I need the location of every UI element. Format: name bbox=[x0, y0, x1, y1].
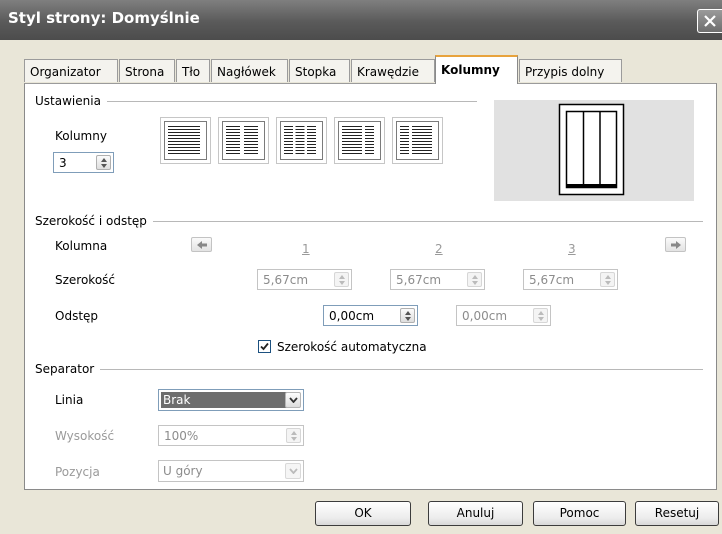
columns-count-spinner[interactable]: 3 bbox=[53, 152, 114, 173]
spin-arrows-icon bbox=[339, 275, 345, 285]
tab-page[interactable]: Strona bbox=[119, 59, 175, 82]
column-next-button[interactable] bbox=[665, 237, 686, 252]
tab-footer[interactable]: Stopka bbox=[289, 59, 350, 82]
width-label: Szerokość bbox=[55, 273, 116, 287]
position-label: Pozycja bbox=[55, 465, 100, 479]
spin-button[interactable] bbox=[467, 272, 482, 287]
height-label: Wysokość bbox=[55, 429, 115, 443]
separator-height-value: 100% bbox=[164, 429, 199, 443]
column-1-width-value: 5,67cm bbox=[263, 273, 309, 287]
separator-height-field[interactable]: 100% bbox=[158, 425, 304, 446]
tab-borders[interactable]: Krawędzie bbox=[351, 59, 435, 82]
spacing-1-value: 0,00cm bbox=[329, 309, 375, 323]
arrow-left-icon bbox=[197, 241, 207, 249]
line-style-select[interactable]: Brak bbox=[158, 389, 304, 411]
tab-organizer[interactable]: Organizator bbox=[24, 59, 118, 82]
spin-button[interactable] bbox=[96, 155, 111, 170]
line-style-value: Brak bbox=[161, 392, 297, 408]
spin-arrows-icon bbox=[472, 275, 478, 285]
chevron-down-icon bbox=[289, 468, 298, 474]
preset-right-wide-icon bbox=[396, 121, 439, 160]
spacing-1-field[interactable]: 0,00cm bbox=[323, 305, 418, 326]
columns-count-label-text: Kolumny bbox=[55, 129, 107, 143]
close-button[interactable] bbox=[697, 9, 722, 33]
columns-panel: Ustawienia Kolumny 3 Szerokość i odstęp … bbox=[24, 83, 717, 490]
column-1-width-field[interactable]: 5,67cm bbox=[257, 269, 352, 290]
settings-section-label: Ustawienia bbox=[35, 94, 107, 108]
column-prev-button[interactable] bbox=[191, 237, 212, 252]
spacing-label: Odstęp bbox=[55, 309, 99, 323]
column-preview bbox=[494, 100, 694, 201]
spin-arrows-icon bbox=[405, 311, 411, 321]
line-label: Linia bbox=[55, 393, 84, 407]
tab-columns[interactable]: Kolumny bbox=[435, 55, 518, 84]
tab-background[interactable]: Tło bbox=[176, 59, 210, 82]
cancel-button[interactable]: Anuluj bbox=[428, 501, 523, 526]
column-number-2: 2 bbox=[435, 242, 443, 256]
spacing-2-field[interactable]: 0,00cm bbox=[456, 305, 551, 326]
title-bar: Styl strony: Domyślnie bbox=[0, 0, 722, 40]
chevron-down-icon bbox=[289, 397, 298, 403]
column-number-3: 3 bbox=[568, 242, 576, 256]
spacing-2-value: 0,00cm bbox=[462, 309, 508, 323]
window-title: Styl strony: Domyślnie bbox=[8, 9, 200, 27]
spin-button[interactable] bbox=[400, 308, 415, 323]
position-dropdown-button[interactable] bbox=[285, 463, 301, 479]
column-2-width-field[interactable]: 5,67cm bbox=[390, 269, 485, 290]
spin-arrows-icon bbox=[538, 311, 544, 321]
columns-count-value: 3 bbox=[59, 156, 67, 170]
column-3-width-value: 5,67cm bbox=[529, 273, 575, 287]
help-button[interactable]: Pomoc bbox=[533, 501, 626, 526]
column-label: Kolumna bbox=[55, 239, 108, 253]
preset-1-column-icon bbox=[164, 121, 207, 160]
spin-arrows-icon bbox=[291, 431, 297, 441]
spin-button[interactable] bbox=[286, 428, 301, 443]
checkmark-icon bbox=[260, 342, 269, 351]
preset-3-columns[interactable] bbox=[276, 117, 327, 164]
spin-button[interactable] bbox=[533, 308, 548, 323]
preset-2-columns-right-wide[interactable] bbox=[392, 117, 443, 164]
close-icon bbox=[704, 15, 716, 27]
spin-button[interactable] bbox=[600, 272, 615, 287]
tab-footnote[interactable]: Przypis dolny bbox=[519, 59, 622, 82]
preset-2-columns-icon bbox=[222, 121, 265, 160]
preset-1-column[interactable] bbox=[160, 117, 211, 164]
spin-arrows-icon bbox=[101, 158, 107, 168]
columns-count-label: Kolumny bbox=[55, 129, 107, 143]
page-preview-icon bbox=[558, 103, 625, 196]
ok-button[interactable]: OK bbox=[315, 501, 411, 526]
column-3-width-field[interactable]: 5,67cm bbox=[523, 269, 618, 290]
divider bbox=[35, 369, 703, 370]
preset-3-columns-icon bbox=[280, 121, 323, 160]
auto-width-checkbox[interactable] bbox=[258, 340, 271, 353]
reset-button[interactable]: Resetuj bbox=[635, 501, 719, 526]
column-number-1: 1 bbox=[302, 242, 310, 256]
arrow-right-icon bbox=[671, 241, 681, 249]
preset-left-wide-icon bbox=[338, 121, 381, 160]
line-style-dropdown-button[interactable] bbox=[285, 392, 301, 408]
separator-section-label: Separator bbox=[35, 362, 101, 376]
separator-position-select[interactable]: U góry bbox=[158, 460, 304, 482]
preset-2-columns-left-wide[interactable] bbox=[334, 117, 385, 164]
column-2-width-value: 5,67cm bbox=[396, 273, 442, 287]
page-style-dialog: Styl strony: Domyślnie Organizator Stron… bbox=[0, 0, 722, 534]
tab-header[interactable]: Nagłówek bbox=[211, 59, 288, 82]
spin-arrows-icon bbox=[605, 275, 611, 285]
preset-2-columns[interactable] bbox=[218, 117, 269, 164]
separator-position-value: U góry bbox=[163, 464, 203, 478]
width-spacing-section-label: Szerokość i odstęp bbox=[35, 214, 153, 228]
auto-width-label: Szerokość automatyczna bbox=[277, 340, 427, 354]
spin-button[interactable] bbox=[334, 272, 349, 287]
